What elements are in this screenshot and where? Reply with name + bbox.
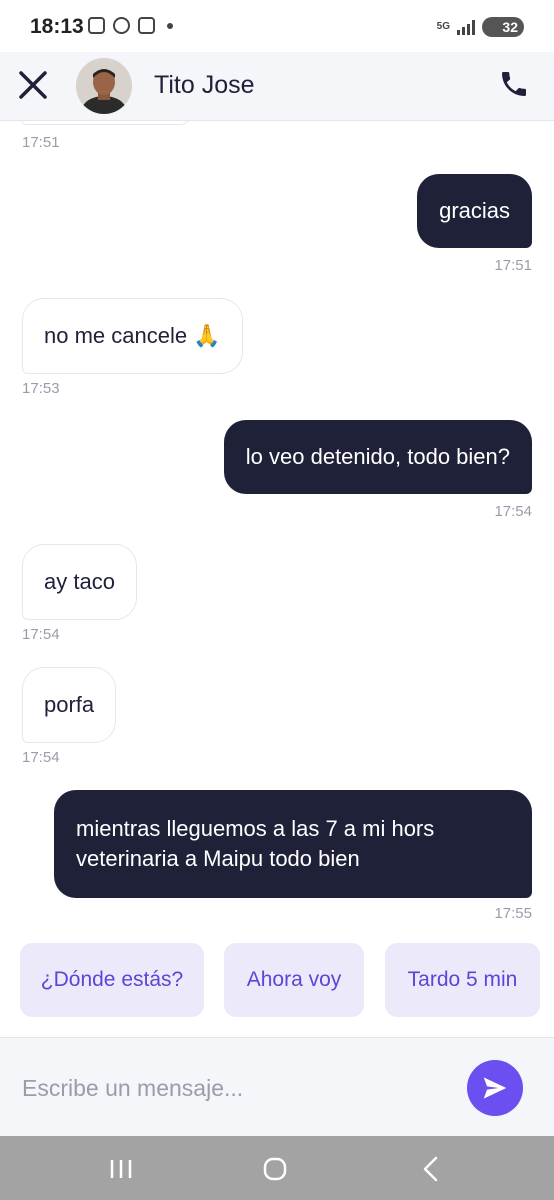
send-icon [483,1077,507,1099]
message-text: mientras lleguemos a las 7 a mi hors vet… [76,816,435,871]
system-icons: 5G 32 [437,17,524,37]
quick-reply-button[interactable]: ¿Dónde estás? [20,943,204,1017]
message-text: lo veo detenido, todo bien? [245,444,510,469]
instagram-icon [138,17,155,34]
message-time: 17:55 [494,905,532,922]
message-composer [0,1037,554,1137]
status-bar: 18:13 5G 32 [0,0,554,52]
call-button[interactable] [498,68,530,100]
message-bubble-outgoing: lo veo detenido, todo bien? [223,420,532,494]
recent-apps-button[interactable] [106,1154,136,1184]
message-bubble-incoming: ay taco [22,544,137,620]
close-icon [19,71,47,99]
message-bubble-incoming: no me cancele 🙏 [22,298,243,374]
notification-icons [88,17,173,34]
message-bubble-outgoing: gracias [417,174,532,248]
message-text: porfa [44,692,95,717]
message-text: ay taco [44,569,115,594]
message-time: 17:54 [22,626,60,643]
message-time: 17:53 [22,380,60,397]
signal-icon [457,19,475,35]
back-icon [423,1156,438,1182]
network-type: 5G [436,21,450,32]
home-icon [263,1157,287,1181]
message-time: 17:54 [494,503,532,520]
screenshot-icon [88,17,105,34]
quick-reply-label: ¿Dónde estás? [40,968,184,991]
message-list[interactable]: 17:51 gracias 17:51 no me cancele 🙏 17:5… [0,121,554,936]
message-bubble-partial [22,121,192,125]
message-time: 17:51 [494,257,532,274]
contact-name[interactable]: Tito Jose [154,71,255,100]
quick-reply-label: Ahora voy [246,968,342,991]
whatsapp-icon [113,17,130,34]
chat-header: Tito Jose [0,52,554,121]
quick-reply-button[interactable]: Ahora voy [224,943,364,1017]
message-bubble-incoming: porfa [22,667,117,743]
quick-reply-label: Tardo 5 min [407,968,518,991]
avatar-photo [76,58,132,114]
phone-icon [502,72,526,96]
message-text: gracias [439,198,510,223]
quick-reply-button[interactable]: Tardo 5 min [385,943,540,1017]
message-bubble-outgoing: mientras lleguemos a las 7 a mi hors vet… [54,790,532,898]
status-time: 18:13 [30,15,84,38]
back-button[interactable] [416,1154,446,1184]
recent-apps-icon [110,1160,132,1178]
contact-avatar[interactable] [76,58,132,114]
close-button[interactable] [16,68,50,102]
send-button[interactable] [467,1060,523,1116]
home-button[interactable] [260,1154,290,1184]
battery-indicator: 32 [482,17,524,37]
more-notifications-icon [167,22,173,29]
system-nav-bar [0,1136,554,1200]
message-time: 17:54 [22,749,60,766]
message-input[interactable] [22,1070,442,1106]
message-text: no me cancele 🙏 [44,323,221,348]
message-time: 17:51 [22,134,60,151]
